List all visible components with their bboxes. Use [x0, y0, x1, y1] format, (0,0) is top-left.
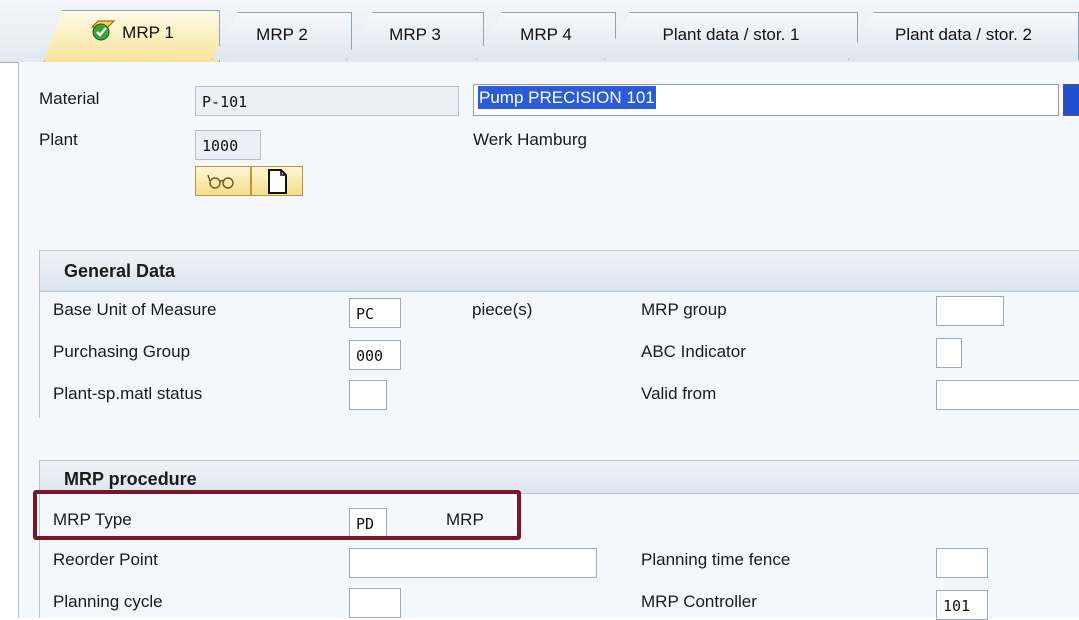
planning-time-fence-label: Planning time fence: [641, 550, 791, 569]
material-description-field[interactable]: Pump PRECISION 101: [473, 84, 1059, 116]
tab-mrp-3[interactable]: MRP 3: [346, 12, 484, 60]
create-button[interactable]: [251, 166, 303, 196]
mrp-type-highlight-box: [33, 490, 521, 540]
display-button[interactable]: [195, 166, 251, 196]
material-field[interactable]: P-101: [195, 86, 459, 116]
document-icon: [268, 169, 287, 194]
valid-from-field[interactable]: [936, 380, 1079, 410]
material-label: Material: [39, 89, 100, 108]
general-data-title: General Data: [64, 261, 176, 281]
tab-mrp-4[interactable]: MRP 4: [476, 12, 616, 60]
mrp-procedure-title: MRP procedure: [64, 469, 197, 489]
planning-time-fence-field[interactable]: [936, 548, 988, 578]
material-description-text: Pump PRECISION 101: [478, 86, 656, 109]
purchasing-group-field[interactable]: 000: [349, 340, 401, 370]
tab-label: MRP 3: [389, 25, 441, 44]
tab-strip: MRP 1 MRP 2 MRP 3 MRP 4 Plant data / sto…: [0, 0, 1079, 63]
base-unit-label: Base Unit of Measure: [53, 300, 217, 319]
base-unit-field[interactable]: PC: [349, 298, 401, 328]
tab-plant-data-stor-1[interactable]: Plant data / stor. 1: [604, 12, 858, 60]
plant-description: Werk Hamburg: [473, 130, 587, 149]
mrp-group-label: MRP group: [641, 300, 727, 319]
long-text-icon[interactable]: [1063, 84, 1079, 116]
abc-indicator-field[interactable]: [936, 338, 962, 368]
mrp-group-field[interactable]: [936, 296, 1004, 326]
tab-mrp-2[interactable]: MRP 2: [212, 12, 352, 60]
base-unit-text: piece(s): [472, 300, 533, 319]
tab-content: Material P-101 Pump PRECISION 101 Plant …: [18, 62, 1079, 620]
planning-cycle-label: Planning cycle: [53, 592, 163, 611]
reorder-point-label: Reorder Point: [53, 550, 158, 569]
tab-plant-data-stor-2[interactable]: Plant data / stor. 2: [848, 12, 1079, 60]
tab-label: Plant data / stor. 2: [894, 25, 1033, 44]
plant-field[interactable]: 1000: [195, 130, 261, 160]
abc-indicator-label: ABC Indicator: [641, 342, 746, 361]
plant-status-label: Plant-sp.matl status: [53, 384, 203, 403]
plant-status-field[interactable]: [349, 380, 387, 410]
purchasing-group-label: Purchasing Group: [53, 342, 191, 361]
tab-label: MRP 4: [520, 25, 572, 44]
tab-label: MRP 1: [122, 23, 174, 42]
mrp-procedure-header: MRP procedure: [39, 460, 1079, 494]
tab-mrp-1[interactable]: MRP 1: [44, 10, 220, 62]
plant-label: Plant: [39, 130, 78, 149]
planning-cycle-field[interactable]: [349, 588, 401, 618]
reorder-point-field[interactable]: [349, 548, 597, 578]
mrp-controller-field[interactable]: 101: [936, 590, 988, 620]
valid-from-label: Valid from: [641, 384, 717, 403]
general-data-header: General Data: [39, 250, 1079, 292]
tab-label: Plant data / stor. 1: [662, 25, 800, 44]
mrp-controller-label: MRP Controller: [641, 592, 757, 611]
tab-label: MRP 2: [256, 25, 308, 44]
glasses-icon: [207, 174, 234, 189]
check-ok-icon: [90, 20, 116, 41]
